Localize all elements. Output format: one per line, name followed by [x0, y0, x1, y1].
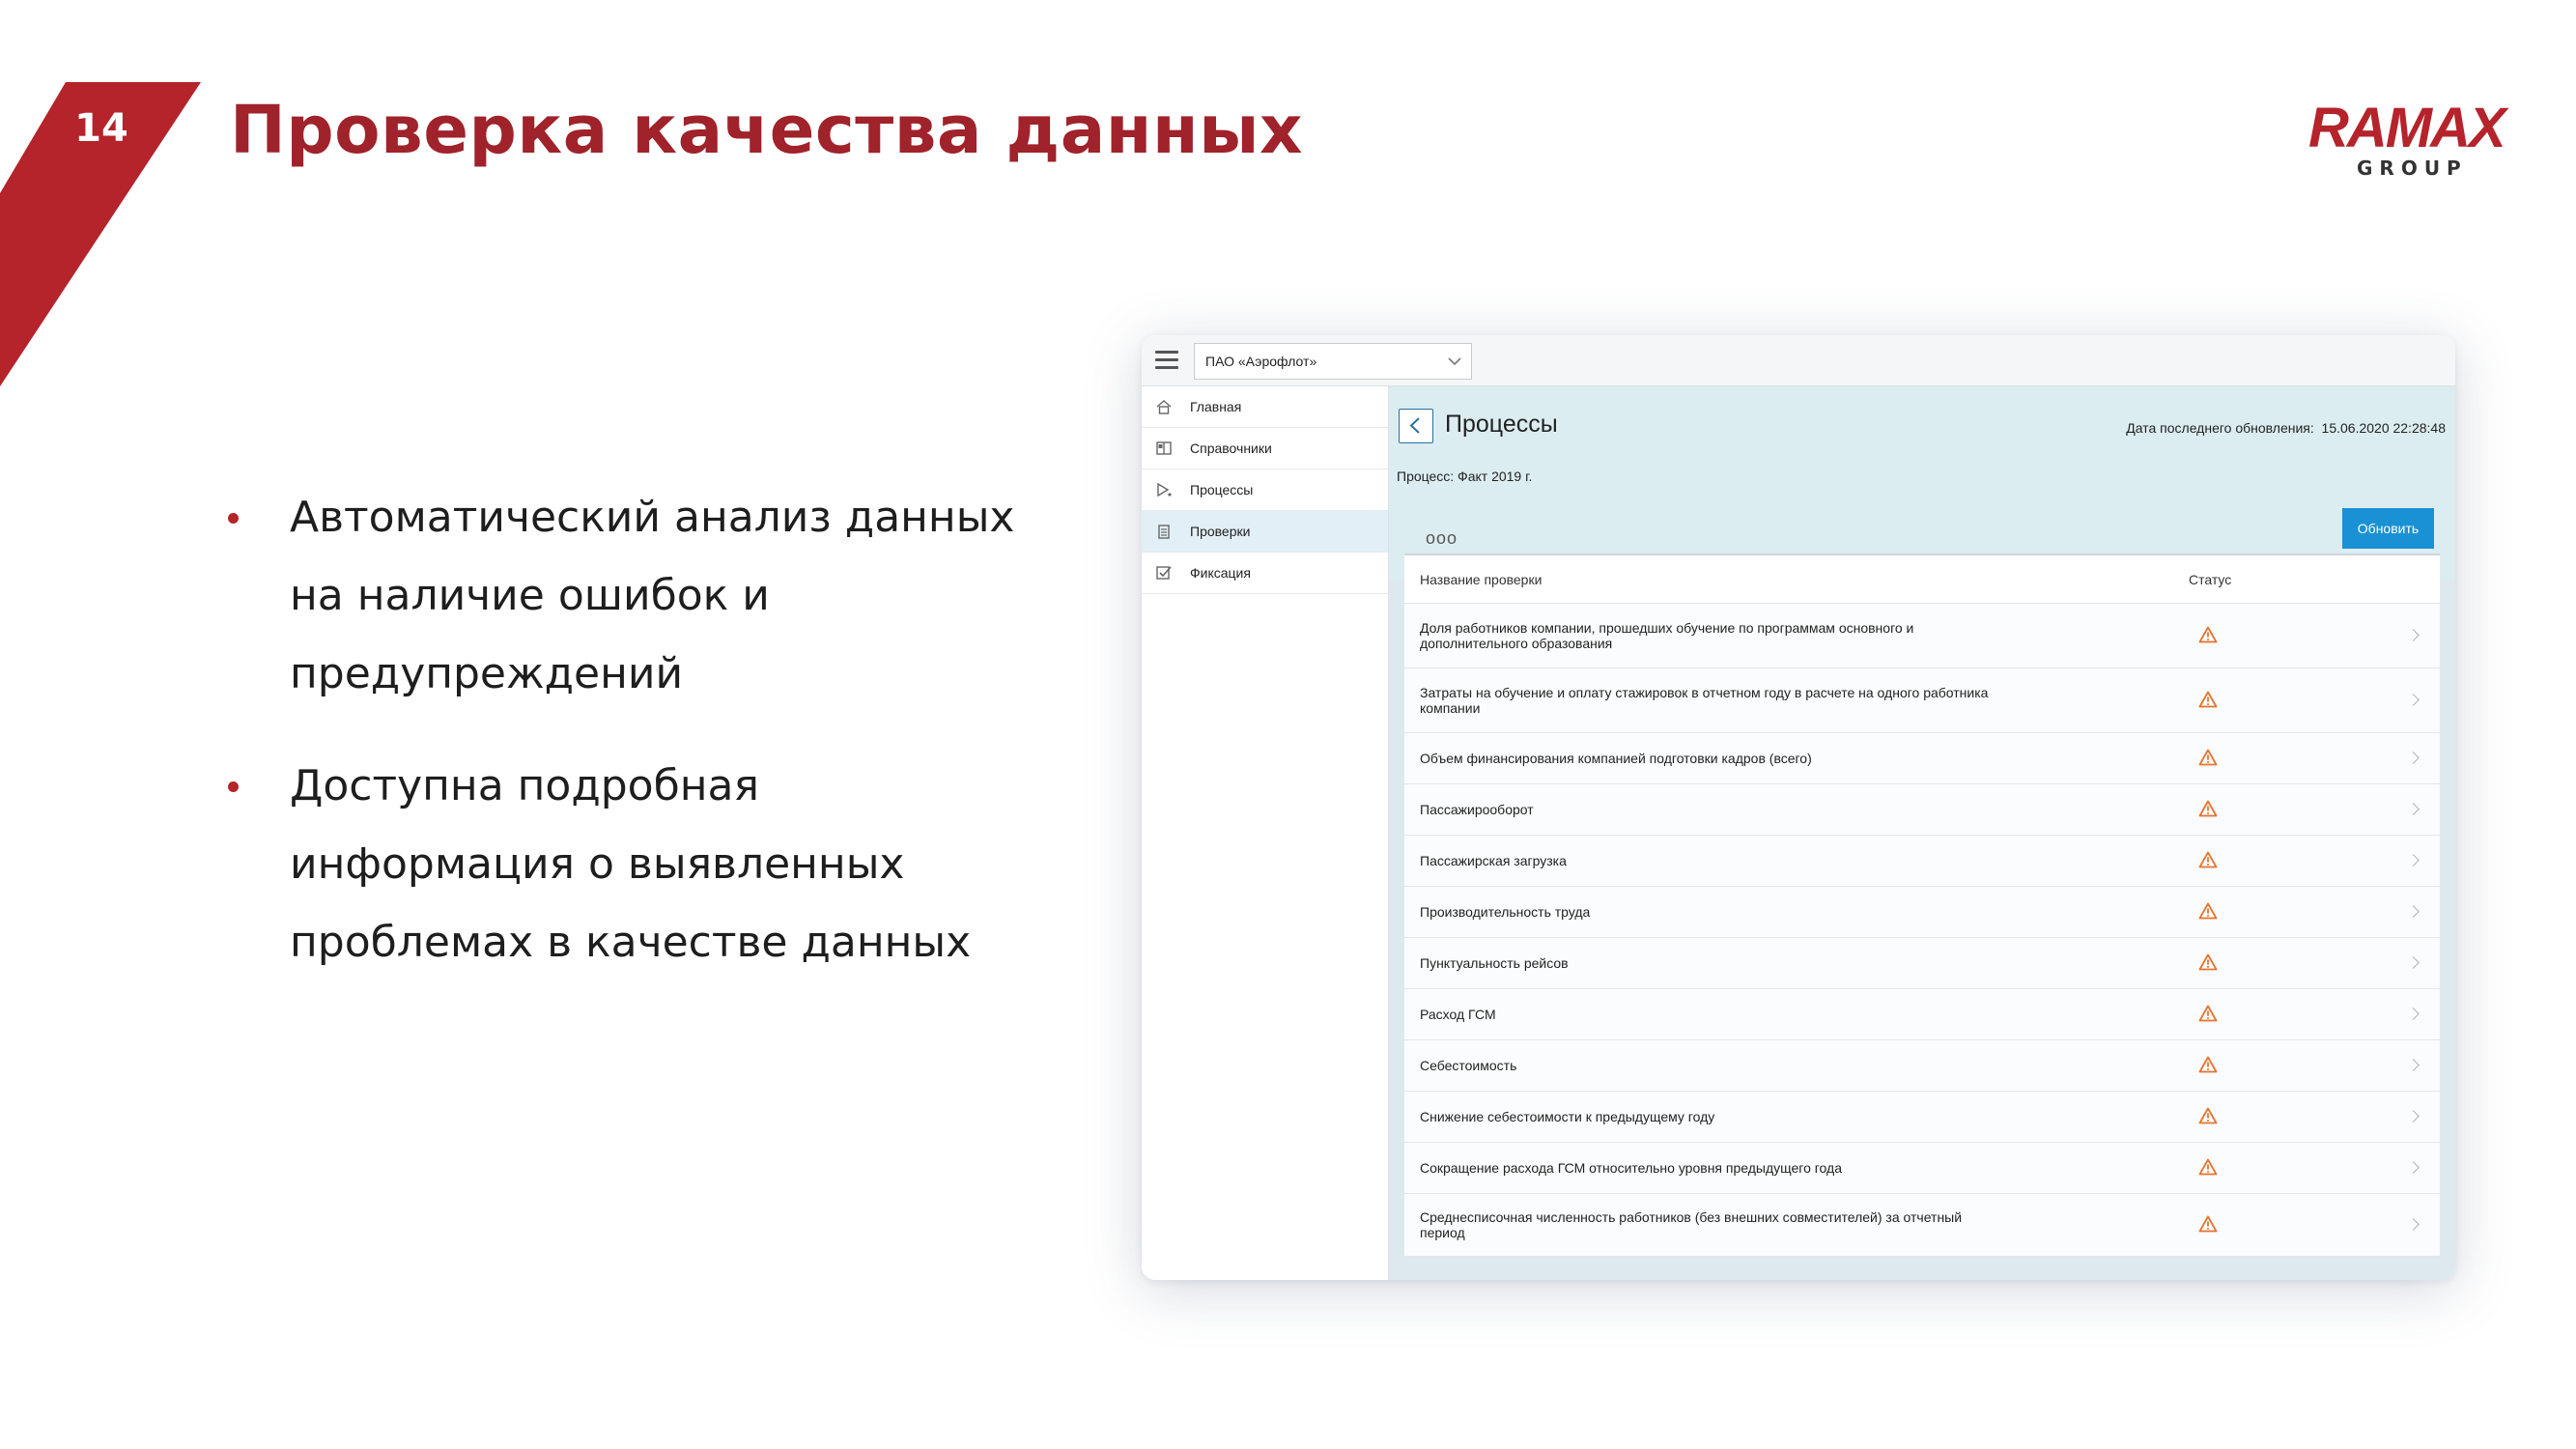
warning-icon — [2198, 851, 2218, 868]
clipboard-icon — [1158, 525, 1170, 539]
app-window: ПАО «Аэрофлот» Главная Справочники Проце… — [1142, 335, 2455, 1280]
chevron-left-icon — [1409, 417, 1420, 434]
last-update-label: Дата последнего обновления: — [2126, 420, 2314, 436]
top-bar: ПАО «Аэрофлот» — [1142, 335, 2455, 386]
bullet-dot-icon — [228, 781, 239, 792]
warning-icon — [2198, 902, 2218, 920]
chevron-right-icon — [2407, 1110, 2420, 1122]
table-row[interactable]: Среднесписочная численность работников (… — [1404, 1194, 2440, 1257]
warning-icon — [2198, 691, 2218, 708]
sidebar-item-label: Проверки — [1190, 524, 1251, 539]
table-row[interactable]: Сокращение расхода ГСМ относительно уров… — [1404, 1143, 2440, 1194]
bullet-text: Доступна подробная информация о выявленн… — [290, 761, 972, 967]
chevron-down-icon — [1448, 357, 1461, 366]
warning-icon — [2198, 626, 2218, 643]
sidebar-item-label: Фиксация — [1190, 565, 1251, 581]
table-header: Название проверки Статус — [1404, 554, 2440, 604]
check-name: Пассажирская загрузка — [1420, 853, 1567, 868]
chevron-right-icon — [2407, 694, 2420, 706]
sidebar-item-label: Процессы — [1190, 482, 1254, 497]
check-name: Расход ГСМ — [1420, 1007, 1496, 1022]
warning-icon — [2198, 1215, 2218, 1233]
table-row[interactable]: Пассажирская загрузка — [1404, 836, 2440, 887]
refresh-button[interactable]: Обновить — [2342, 508, 2434, 549]
table-row[interactable]: Объем финансирования компанией подготовк… — [1404, 733, 2440, 784]
warning-icon — [2198, 1005, 2218, 1022]
bullet-text: Автоматический анализ данных на наличие … — [290, 493, 1015, 698]
chevron-right-icon — [2407, 752, 2420, 764]
sidebar-item-directories[interactable]: Справочники — [1142, 428, 1388, 469]
process-label: Процесс: Факт 2019 г. — [1397, 469, 1533, 484]
warning-icon — [2198, 1158, 2218, 1176]
bullet-dot-icon — [228, 513, 239, 524]
page-title: Процессы — [1445, 411, 1558, 438]
table-row[interactable]: Доля работников компании, прошедших обуч… — [1404, 604, 2440, 668]
table-body: Доля работников компании, прошедших обуч… — [1404, 604, 2440, 1257]
column-header-name: Название проверки — [1420, 572, 1543, 587]
table-row[interactable]: Пунктуальность рейсов — [1404, 938, 2440, 989]
chevron-right-icon — [2407, 956, 2420, 969]
bullet-item: Автоматический анализ данных на наличие … — [224, 478, 1016, 713]
chevron-right-icon — [2407, 905, 2420, 918]
check-name: Затраты на обучение и оплату стажировок … — [1420, 685, 1989, 716]
warning-icon — [2198, 1107, 2218, 1124]
book-icon — [1156, 441, 1172, 455]
chevron-right-icon — [2407, 803, 2420, 815]
check-name: Среднесписочная численность работников (… — [1420, 1209, 1963, 1240]
bullet-list: Автоматический анализ данных на наличие … — [224, 478, 1016, 1015]
ramax-logo: RAMAX GROUP — [2308, 97, 2506, 188]
content-header: Процессы Дата последнего обновления: 15.… — [1389, 386, 2455, 580]
warning-icon — [2198, 749, 2218, 766]
table-row[interactable]: Расход ГСМ — [1404, 989, 2440, 1040]
back-button[interactable] — [1399, 409, 1433, 443]
check-name: Снижение себестоимости к предыдущему год… — [1420, 1109, 1715, 1124]
bullet-item: Доступна подробная информация о выявленн… — [224, 747, 1016, 981]
table-row[interactable]: Затраты на обучение и оплату стажировок … — [1404, 668, 2440, 733]
sidebar-item-checks[interactable]: Проверки — [1142, 511, 1388, 553]
chevron-right-icon — [2407, 1059, 2420, 1071]
sidebar-item-processes[interactable]: Процессы — [1142, 469, 1388, 511]
last-update-value: 15.06.2020 22:28:48 — [2321, 420, 2446, 436]
slide-number: 14 — [74, 106, 128, 151]
corner-accent — [0, 82, 201, 386]
check-name: Доля работников компании, прошедших обуч… — [1420, 620, 1914, 651]
main-content: Процессы Дата последнего обновления: 15.… — [1389, 386, 2455, 1280]
table-row[interactable]: Производительность труда — [1404, 887, 2440, 938]
table-row[interactable]: Пассажирооборот — [1404, 784, 2440, 836]
organization-select[interactable]: ПАО «Аэрофлот» — [1194, 343, 1472, 380]
chevron-right-icon — [2407, 629, 2420, 641]
chevron-right-icon — [2407, 1218, 2420, 1231]
sidebar-item-label: Главная — [1190, 399, 1242, 414]
checkbox-icon — [1156, 566, 1172, 580]
column-header-status: Статус — [2189, 572, 2232, 587]
organization-select-value: ПАО «Аэрофлот» — [1205, 354, 1317, 369]
check-name: Сокращение расхода ГСМ относительно уров… — [1420, 1160, 1842, 1176]
table-row[interactable]: Снижение себестоимости к предыдущему год… — [1404, 1092, 2440, 1143]
sidebar-item-home[interactable]: Главная — [1142, 386, 1388, 428]
slide-title: Проверка качества данных — [230, 92, 1304, 169]
sidebar-item-label: Справочники — [1190, 440, 1272, 456]
chevron-right-icon — [2407, 854, 2420, 867]
warning-icon — [2198, 800, 2218, 817]
sidebar-item-fixation[interactable]: Фиксация — [1142, 553, 1388, 594]
check-name: Пассажирооборот — [1420, 802, 1534, 817]
sidebar: Главная Справочники Процессы Проверки Фи… — [1142, 386, 1389, 1280]
hamburger-menu-icon[interactable] — [1155, 351, 1178, 370]
chevron-right-icon — [2407, 1161, 2420, 1174]
home-icon — [1156, 400, 1172, 414]
warning-icon — [2198, 953, 2218, 971]
check-name: Себестоимость — [1420, 1058, 1517, 1073]
checks-table: Название проверки Статус Доля работников… — [1404, 554, 2440, 1257]
check-name: Объем финансирования компанией подготовк… — [1420, 751, 1812, 766]
process-icon — [1157, 482, 1172, 497]
logo-main-text: RAMAX — [2308, 97, 2506, 159]
last-update-info: Дата последнего обновления: 15.06.2020 2… — [2126, 420, 2446, 436]
chevron-right-icon — [2407, 1008, 2420, 1020]
check-name: Пунктуальность рейсов — [1420, 955, 1569, 971]
table-row[interactable]: Себестоимость — [1404, 1040, 2440, 1092]
more-options-icon[interactable]: ooo — [1426, 528, 1458, 549]
check-name: Производительность труда — [1420, 904, 1591, 920]
warning-icon — [2198, 1056, 2218, 1073]
